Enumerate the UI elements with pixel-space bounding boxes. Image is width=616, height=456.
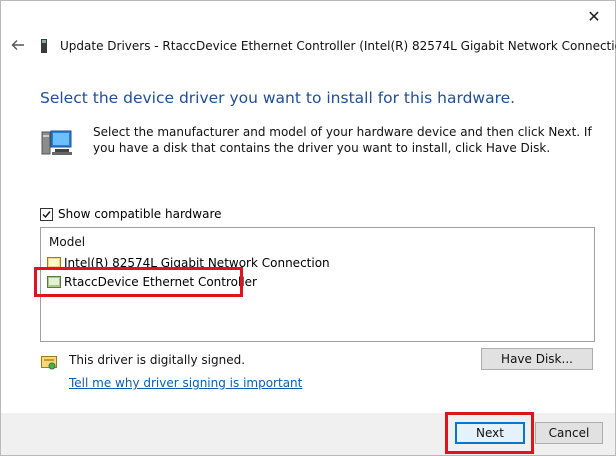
checkmark-icon: [42, 210, 51, 218]
cancel-button[interactable]: Cancel: [535, 422, 603, 444]
selection-highlight-box: [34, 267, 243, 297]
show-compatible-checkbox[interactable]: [40, 207, 53, 221]
instructions-text: Select the manufacturer and model of you…: [93, 125, 592, 155]
close-button[interactable]: ✕: [579, 5, 609, 27]
page-heading: Select the device driver you want to ins…: [40, 89, 516, 107]
signed-certificate-icon: [41, 356, 57, 370]
driver-signing-link[interactable]: Tell me why driver signing is important: [69, 376, 302, 390]
dialog-header: Update Drivers - RtaccDevice Ethernet Co…: [1, 35, 616, 59]
update-drivers-dialog: ✕ Update Drivers - RtaccDevice Ethernet …: [0, 0, 616, 456]
show-compatible-checkbox-row[interactable]: Show compatible hardware: [40, 207, 222, 221]
back-arrow-icon[interactable]: [10, 37, 26, 53]
next-highlight-box: [445, 412, 534, 454]
signing-status-text: This driver is digitally signed.: [69, 353, 246, 367]
model-column-header: Model: [49, 235, 86, 249]
have-disk-button[interactable]: Have Disk...: [481, 348, 593, 370]
hardware-computer-icon: [41, 130, 72, 155]
device-icon: [41, 39, 47, 53]
close-icon: ✕: [587, 6, 601, 26]
show-compatible-label: Show compatible hardware: [58, 207, 222, 221]
dialog-title: Update Drivers - RtaccDevice Ethernet Co…: [60, 39, 616, 53]
